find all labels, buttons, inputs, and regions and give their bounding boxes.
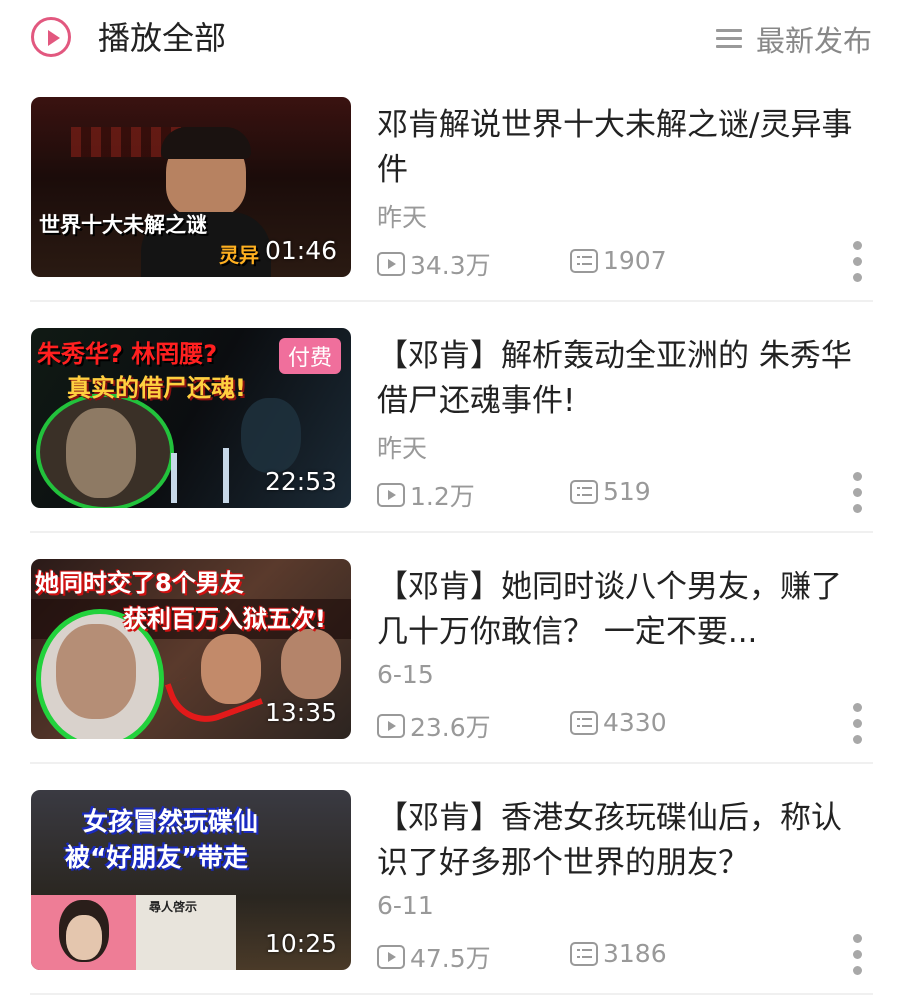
video-date: 昨天 [377,434,428,463]
more-icon[interactable] [851,934,863,978]
video-item[interactable]: 她同时交了8个男友 获利百万入狱五次! 13:35 【邓肯】她同时谈八个男友，赚… [0,462,903,764]
thumbnail-caption: 女孩冒然玩碟仙 [83,807,259,836]
view-count-value: 47.5万 [410,944,491,973]
thumbnail-caption: 被“好朋友”带走 [65,843,248,872]
thumbnail-caption: 真实的借尸还魂! [67,374,246,402]
video-item[interactable]: 女孩冒然玩碟仙 被“好朋友”带走 尋人啓示 10:25 【邓肯】香港女孩玩碟仙后… [0,693,903,995]
video-date: 6-15 [377,660,434,689]
video-title[interactable]: 【邓肯】香港女孩玩碟仙后，称认识了好多那个世界的朋友？ [377,796,872,886]
thumbnail-caption: 她同时交了8个男友 [35,569,244,597]
view-count: 47.5万 [377,939,491,975]
video-date: 昨天 [377,203,428,232]
video-title[interactable]: 邓肯解说世界十大未解之谜/灵异事件 [377,103,872,193]
divider [30,993,873,995]
video-title[interactable]: 【邓肯】她同时谈八个男友，赚了几十万你敢信？ 一定不要... [377,565,872,655]
danmaku-count: 3186 [570,939,667,968]
video-item[interactable]: 朱秀华? 林罔腰? 真实的借尸还魂! 付费 22:53 【邓肯】解析轰动全亚洲的… [0,231,903,533]
thumbnail-caption: 朱秀华? 林罔腰? [37,340,218,368]
play-count-icon [377,945,405,969]
danmaku-count-value: 3186 [603,939,667,968]
danmaku-icon [570,941,598,966]
video-duration: 10:25 [264,929,337,958]
video-item[interactable]: 世界十大未解之谜 灵异 01:46 邓肯解说世界十大未解之谜/灵异事件 昨天 3… [0,0,903,302]
video-thumbnail[interactable]: 女孩冒然玩碟仙 被“好朋友”带走 尋人啓示 10:25 [31,790,351,970]
thumbnail-caption: 获利百万入狱五次! [123,605,326,633]
paid-badge: 付费 [278,338,341,374]
video-title[interactable]: 【邓肯】解析轰动全亚洲的 朱秀华借尸还魂事件! [377,334,872,424]
video-date: 6-11 [377,891,434,920]
thumbnail-caption: 尋人啓示 [149,900,198,914]
